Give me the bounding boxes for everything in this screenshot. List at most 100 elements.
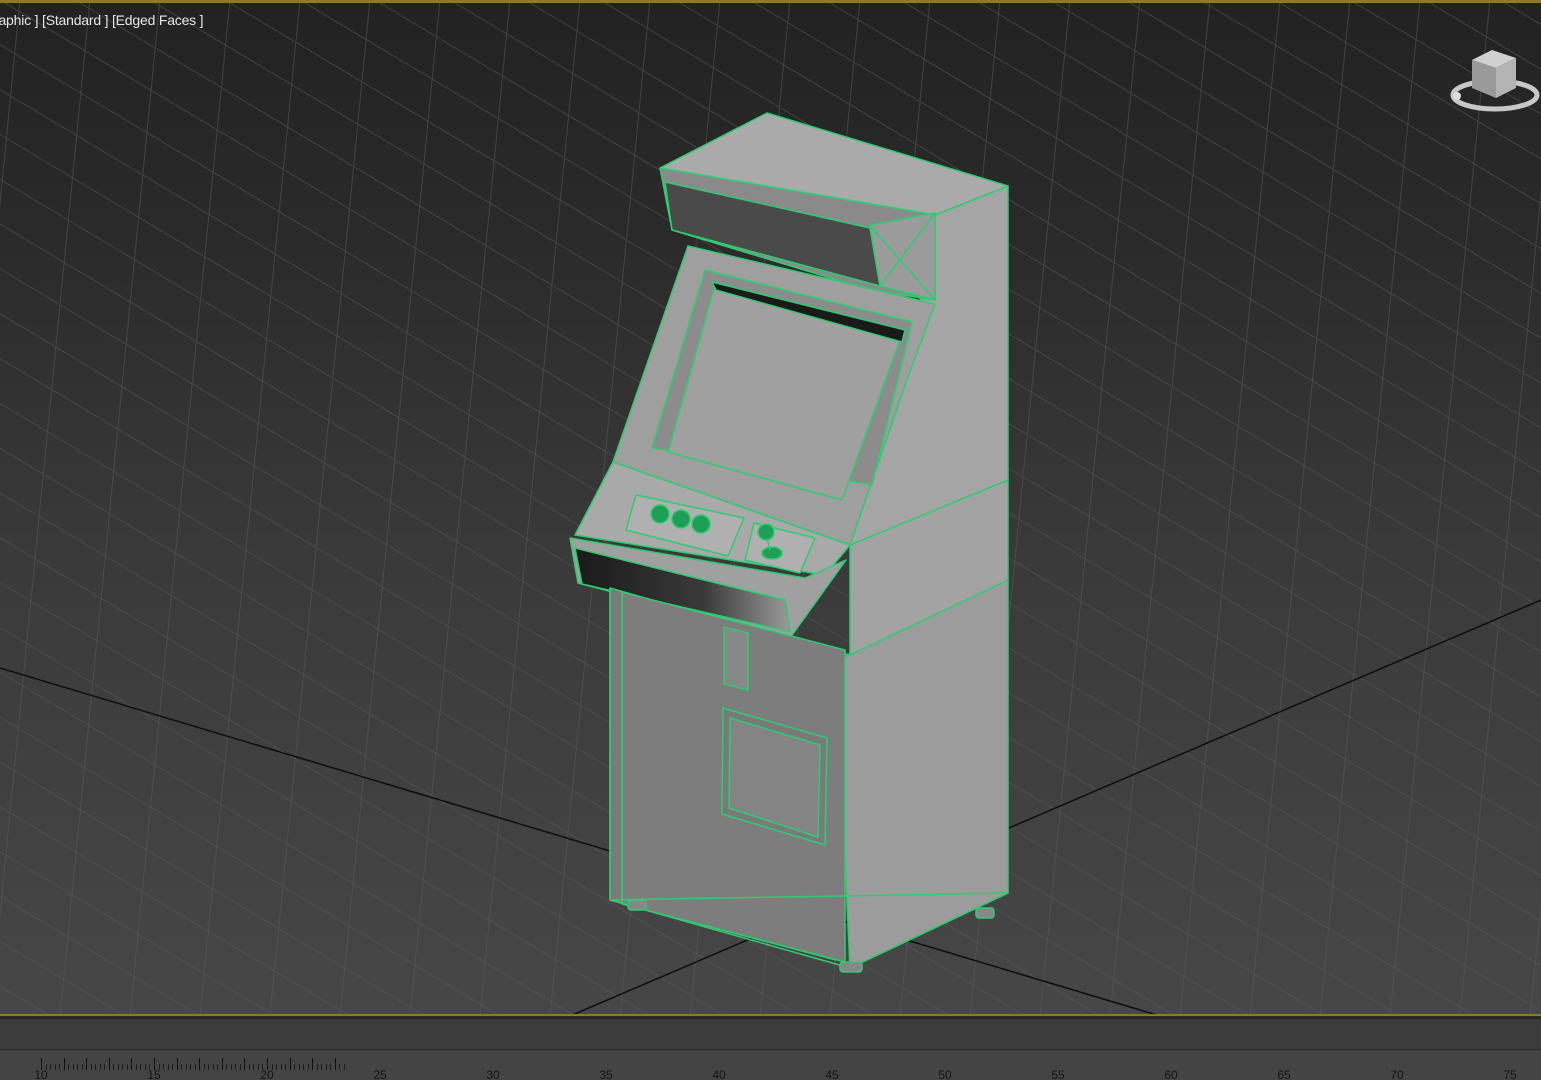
grid-line (1124, 0, 1541, 250)
timeline-minor-tick (208, 1064, 210, 1070)
timeline-frame-label: 40 (712, 1068, 726, 1080)
timeline-minor-tick (95, 1064, 97, 1070)
timeline-major-tick (176, 1058, 178, 1070)
timeline-frame-label: 10 (34, 1068, 48, 1080)
timeline-minor-tick (307, 1064, 309, 1070)
timeline-major-tick (289, 1058, 291, 1070)
timeline-minor-tick (303, 1064, 305, 1070)
timeline-minor-tick (190, 1064, 192, 1070)
timeline-minor-tick (316, 1064, 318, 1070)
timeline-minor-tick (321, 1064, 323, 1070)
grid-line (0, 851, 276, 1016)
timeline-minor-tick (113, 1064, 115, 1070)
viewport-label[interactable]: raphic ] [Standard ] [Edged Faces ] (0, 12, 204, 28)
viewcube-icon[interactable] (1448, 44, 1540, 120)
timeline-frame-label: 15 (147, 1068, 161, 1080)
timeline-minor-tick (276, 1064, 278, 1070)
timeline-minor-tick (144, 1064, 146, 1070)
grid-line (1459, 187, 1541, 1016)
timeline-minor-tick (90, 1064, 92, 1070)
timeline-minor-tick (50, 1064, 52, 1070)
timeline-minor-tick (212, 1064, 214, 1070)
timeline-major-tick (312, 1058, 314, 1070)
timeline-minor-tick (167, 1064, 169, 1070)
timeline-minor-tick (126, 1064, 128, 1070)
timeline-minor-tick (104, 1064, 106, 1070)
timeline-minor-tick (117, 1064, 119, 1070)
time-slider[interactable]: 10 15 20 25 30 35 40 45 50 55 60 65 70 75 (0, 1018, 1541, 1080)
timeline-frame-label: 50 (938, 1068, 952, 1080)
timeline-minor-tick (203, 1064, 205, 1070)
arcade-button-1 (650, 504, 670, 524)
timeline-minor-tick (135, 1064, 137, 1070)
joystick-base (761, 546, 783, 560)
timeline-minor-tick (253, 1064, 255, 1070)
timeline-minor-tick (99, 1064, 101, 1070)
timeline-minor-tick (68, 1064, 70, 1070)
timeline-frame-label: 45 (825, 1068, 839, 1080)
timeline-minor-tick (185, 1064, 187, 1070)
viewcube-compass-marker (1453, 92, 1461, 100)
timeline-major-tick (131, 1058, 133, 1070)
timeline-minor-tick (140, 1064, 142, 1070)
cabinet-foot-3 (975, 907, 995, 919)
grid-line (1529, 899, 1541, 1016)
grid-line (0, 0, 21, 209)
timeline-major-tick (108, 1058, 110, 1070)
timeline-frame-label: 55 (1051, 1068, 1065, 1080)
timeline-minor-tick (343, 1064, 345, 1070)
viewport-scene[interactable] (0, 0, 1541, 1016)
arcade-cabinet-model[interactable] (569, 112, 1009, 973)
timeline-minor-tick (239, 1064, 241, 1070)
timeline-minor-tick (285, 1064, 287, 1070)
timeline-minor-tick (298, 1064, 300, 1070)
coin-slot (723, 626, 749, 691)
timeline-minor-tick (294, 1064, 296, 1070)
grid-line (0, 671, 576, 1016)
timeline-minor-tick (339, 1064, 341, 1070)
timeline-minor-tick (194, 1064, 196, 1070)
timeline-major-tick (334, 1058, 336, 1070)
timeline-minor-tick (181, 1064, 183, 1070)
timeline-frame-label: 65 (1277, 1068, 1291, 1080)
timeline-minor-tick (163, 1064, 165, 1070)
timeline-major-tick (63, 1058, 65, 1070)
timeline-frame-label: 75 (1503, 1068, 1517, 1080)
timeline-minor-tick (172, 1064, 174, 1070)
grid-line (0, 940, 126, 1016)
timeline-minor-tick (226, 1064, 228, 1070)
track-bar[interactable]: 10 15 20 25 30 35 40 45 50 55 60 65 70 75 (0, 1049, 1541, 1080)
timeline-minor-tick (325, 1064, 327, 1070)
timeline-minor-tick (248, 1064, 250, 1070)
3ds-max-app: raphic ] [Standard ] [Edged Faces ] 10 15… (0, 0, 1541, 1080)
grid-line (0, 0, 91, 920)
timeline-minor-tick (54, 1064, 56, 1070)
grid-line (974, 0, 1541, 339)
timeline-minor-tick (122, 1064, 124, 1070)
timeline-major-tick (221, 1058, 223, 1070)
timeline-frame-label: 35 (599, 1068, 613, 1080)
grid-line (0, 761, 426, 1016)
timeline-minor-tick (72, 1064, 74, 1070)
timeline-minor-tick (230, 1064, 232, 1070)
grid-line (1274, 0, 1541, 160)
timeline-major-tick (244, 1058, 246, 1070)
timeline-minor-tick (81, 1064, 83, 1070)
timeline-minor-tick (280, 1064, 282, 1070)
perspective-viewport[interactable]: raphic ] [Standard ] [Edged Faces ] (0, 0, 1541, 1016)
timeline-frame-label: 25 (373, 1068, 387, 1080)
timeline-minor-tick (330, 1064, 332, 1070)
timeline-minor-tick (257, 1064, 259, 1070)
arcade-button-2 (671, 509, 691, 529)
timeline-frame-label: 30 (486, 1068, 500, 1080)
timeline-minor-tick (235, 1064, 237, 1070)
timeline-minor-tick (77, 1064, 79, 1070)
timeline-frame-label: 60 (1164, 1068, 1178, 1080)
joystick-ball (757, 523, 775, 541)
cabinet-foot-2 (839, 961, 863, 973)
timeline-frame-label: 20 (260, 1068, 274, 1080)
arcade-button-3 (691, 514, 711, 534)
timeline-major-tick (86, 1058, 88, 1070)
timeline-minor-tick (217, 1064, 219, 1070)
cabinet-foot-1 (627, 899, 647, 911)
